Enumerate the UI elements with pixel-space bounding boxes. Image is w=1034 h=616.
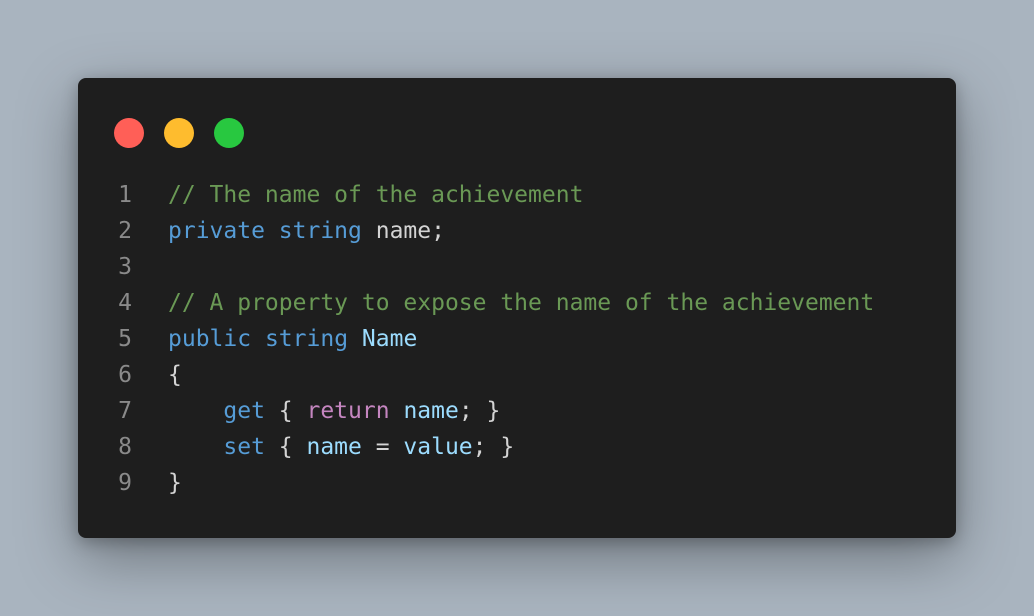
line-source: private string name; [132, 213, 445, 249]
line-number: 3 [118, 254, 132, 280]
code-token-comment: // The name of the achievement [168, 182, 584, 208]
line-source: { [132, 357, 182, 393]
line-number: 1 [118, 182, 132, 208]
code-token-plain: = [361, 434, 404, 460]
code-token-ctrl: return [306, 398, 390, 424]
code-token-comment: // A property to expose the name of the … [168, 290, 875, 316]
line-source: // A property to expose the name of the … [132, 285, 874, 321]
line-number: 8 [118, 434, 132, 460]
code-line: 7 get { return name; } [78, 393, 956, 429]
code-line: 8 set { name = value; } [78, 429, 956, 465]
code-token-plain: ; } [472, 434, 515, 460]
line-number: 6 [118, 362, 132, 388]
line-source: public string Name [132, 321, 417, 357]
line-source: } [132, 465, 182, 501]
code-window: 1 // The name of the achievement 2 private … [78, 78, 956, 538]
code-line: 3 [78, 249, 956, 285]
minimize-dot-icon[interactable] [164, 118, 194, 148]
code-token-kw: string [264, 326, 349, 352]
window-controls [114, 118, 244, 148]
code-line: 6{ [78, 357, 956, 393]
code-token-plain: { [264, 434, 307, 460]
code-token-kw: string [278, 218, 362, 244]
line-source: get { return name; } [132, 393, 500, 429]
line-number: 2 [118, 218, 132, 244]
code-block: 1 // The name of the achievement 2 private … [78, 177, 956, 501]
maximize-dot-icon[interactable] [214, 118, 244, 148]
code-token-plain: { [168, 362, 182, 388]
line-source [132, 249, 168, 285]
line-number: 4 [118, 290, 132, 316]
line-source: set { name = value; } [132, 429, 514, 465]
code-token-ident: value [403, 434, 473, 460]
code-line: 2 private string name; [78, 213, 956, 249]
code-token-kw: private [168, 218, 265, 244]
line-number: 5 [118, 326, 132, 352]
code-token-plain: { [264, 398, 307, 424]
code-token-kw: public [168, 326, 252, 352]
code-token-kw: set [223, 434, 265, 460]
code-token-kw: get [223, 398, 265, 424]
line-number: 9 [118, 470, 132, 496]
code-line: 4 // A property to expose the name of the… [78, 285, 956, 321]
close-dot-icon[interactable] [114, 118, 144, 148]
code-token-plain: ; } [458, 398, 501, 424]
line-number: 7 [118, 398, 132, 424]
code-token-plain: } [168, 470, 182, 496]
code-line: 5 public string Name [78, 321, 956, 357]
code-token-plain: name; [361, 218, 445, 244]
code-token-ident: name [403, 398, 459, 424]
code-token-ident: Name [361, 326, 418, 352]
code-line: 9} [78, 465, 956, 501]
line-source: // The name of the achievement [132, 177, 583, 213]
code-line: 1 // The name of the achievement [78, 177, 956, 213]
code-token-ident: name [306, 434, 362, 460]
